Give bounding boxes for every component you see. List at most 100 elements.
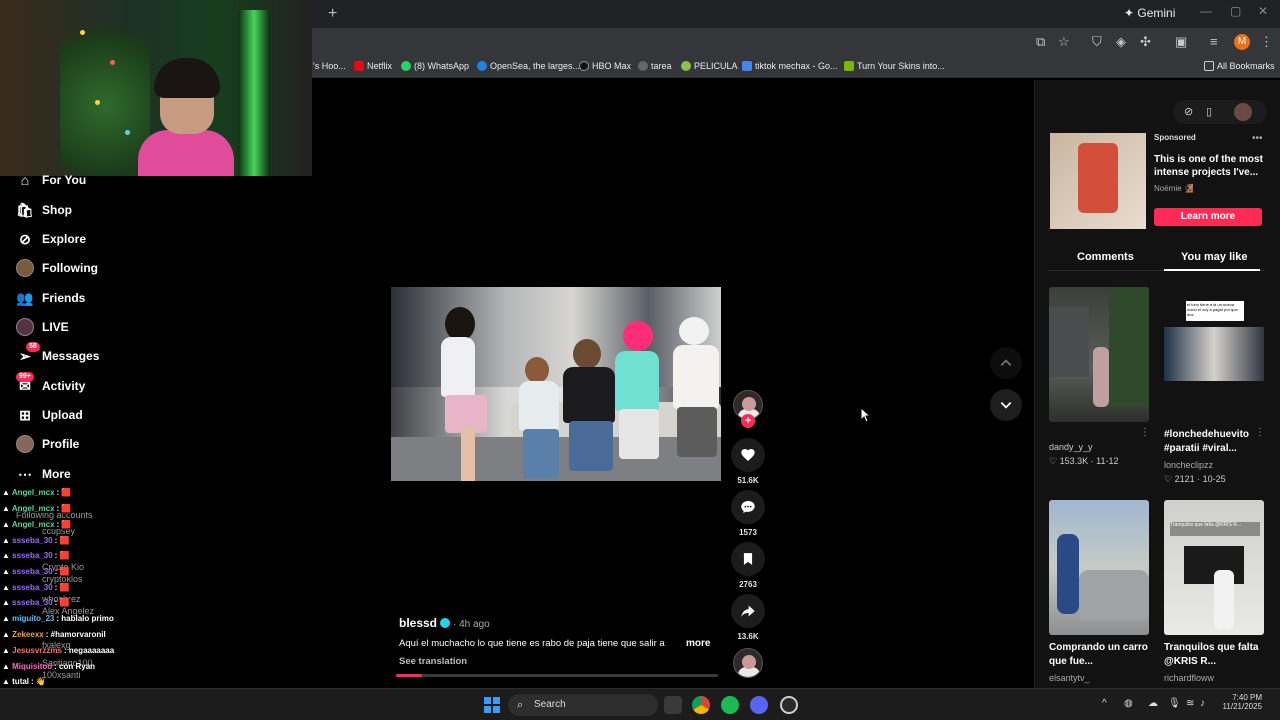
wifi-icon[interactable]: ≋ [1186, 698, 1194, 709]
drive-icon [742, 61, 752, 71]
bookmark-item[interactable]: HBO Max [579, 61, 631, 71]
card-title[interactable]: #lonchedehuevito #paratii #viral... [1164, 428, 1274, 456]
side-panel-icon[interactable]: ▣ [1175, 34, 1187, 50]
volume-icon[interactable]: ♪ [1200, 698, 1205, 709]
following-avatar [16, 259, 34, 277]
bookmark-item[interactable]: Netflix [354, 61, 392, 71]
card-author[interactable]: elsantytv_ [1049, 673, 1090, 683]
menu-kebab-icon[interactable]: ⋮ [1260, 34, 1273, 50]
all-bookmarks[interactable]: All Bookmarks [1204, 61, 1275, 71]
media-icon[interactable]: ≡ [1210, 34, 1218, 49]
tab-you-may-like[interactable]: You may like [1181, 251, 1247, 263]
video-description: Aquí el muchacho lo que tiene es rabo de… [399, 638, 665, 649]
bookmark-item[interactable]: OpenSea, the larges... [477, 61, 580, 71]
like-button[interactable] [731, 438, 765, 472]
cast-icon[interactable]: ⧉ [1036, 34, 1045, 50]
recommended-video-thumbnail[interactable] [1049, 500, 1149, 635]
save-button[interactable] [731, 542, 765, 576]
discord-icon[interactable] [750, 696, 768, 714]
card-options-icon[interactable]: ⋮ [1140, 427, 1150, 438]
comment-button[interactable] [731, 490, 765, 524]
maximize-icon[interactable]: ▢ [1230, 4, 1241, 18]
recommended-video-thumbnail[interactable] [1049, 287, 1149, 422]
network-icon[interactable]: ◍ [1124, 698, 1133, 709]
task-view-icon[interactable] [664, 696, 682, 714]
next-video-button[interactable] [990, 389, 1022, 421]
bookmark-star-icon[interactable]: ☆ [1058, 34, 1070, 50]
app-icon[interactable] [780, 696, 798, 714]
chat-message: ▲ ssseba_30: 🟥 [2, 583, 70, 592]
sidebar-item-messages[interactable]: ➢ 58 Messages [16, 342, 99, 368]
chat-text: : 🟥 [54, 583, 70, 592]
windows-start-icon[interactable] [484, 697, 500, 713]
verified-icon [440, 618, 451, 628]
video-player[interactable] [391, 287, 721, 481]
card-title[interactable]: Tranquilos que falta @KRIS R... [1164, 641, 1274, 669]
tray-chevron-icon[interactable]: ^ [1102, 698, 1107, 709]
shop-icon: 🛍 [16, 201, 34, 218]
bookmark-item[interactable]: Turn Your Skins into... [844, 61, 945, 71]
profile-avatar[interactable]: M [1234, 34, 1250, 50]
new-tab-button[interactable]: + [328, 5, 337, 23]
sidebar-item-live[interactable]: LIVE [16, 315, 69, 339]
extension-icon[interactable]: ◈ [1116, 34, 1126, 50]
system-clock[interactable]: 7:40 PM 11/21/2025 [1222, 693, 1262, 711]
chat-username: Angel_mcx [11, 488, 55, 497]
share-button[interactable] [731, 594, 765, 628]
follow-plus-icon[interactable]: + [741, 414, 755, 428]
screen: + ✦ Gemini — ▢ ✕ ⧉ ☆ ⛉ ◈ ✣ ▣ ≡ M ⋮ 's Ho… [0, 0, 1280, 720]
see-translation-link[interactable]: See translation [399, 656, 467, 667]
recommended-video-thumbnail[interactable]: el fono tiene a la un nueva unión el voy… [1164, 287, 1264, 422]
author-name[interactable]: blessd [399, 616, 437, 630]
previous-video-button[interactable] [990, 347, 1022, 379]
taskbar-search[interactable]: ⌕ Search [508, 694, 658, 716]
compass-icon[interactable]: ⊘ [1184, 105, 1193, 118]
card-author[interactable]: richardfloww [1164, 673, 1214, 683]
sound-avatar[interactable] [733, 648, 763, 678]
card-author[interactable]: dandy_y_y [1049, 442, 1093, 452]
ad-thumbnail[interactable] [1050, 133, 1146, 229]
learn-more-button[interactable]: Learn more [1154, 208, 1262, 226]
mic-icon[interactable]: 🎙 [1168, 698, 1181, 709]
bookmark-item[interactable]: (8) WhatsApp [401, 61, 469, 71]
bookmark-item[interactable]: tiktok mechax - Go... [742, 61, 838, 71]
sidebar-item-explore[interactable]: ⊘ Explore [16, 227, 86, 251]
spotify-icon[interactable] [721, 696, 739, 714]
sidebar-item-following[interactable]: Following [16, 256, 98, 280]
sidebar-item-profile[interactable]: Profile [16, 432, 79, 456]
more-button[interactable]: more [686, 638, 710, 649]
tab-comments[interactable]: Comments [1077, 251, 1134, 263]
gemini-button[interactable]: ✦ Gemini [1124, 6, 1175, 20]
sidebar-item-friends[interactable]: 👥 Friends [16, 286, 85, 310]
bookmark-item[interactable]: PELICULA [681, 61, 738, 71]
card-author[interactable]: loncheclipzz [1164, 460, 1213, 470]
video-caption: blessd · 4h ago Aquí el muchacho lo que t… [399, 614, 719, 667]
ad-options-icon[interactable]: ••• [1252, 133, 1263, 144]
chrome-icon[interactable] [692, 696, 710, 714]
extension-shield-icon[interactable]: ⛉ [1092, 34, 1102, 50]
video-progress-bar[interactable] [396, 674, 718, 677]
sidebar-item-shop[interactable]: 🛍 Shop [16, 198, 72, 222]
puzzle-icon[interactable]: ✣ [1140, 34, 1151, 50]
bookmark-item[interactable]: tarea [638, 61, 672, 71]
cloud-icon[interactable]: ☁ [1148, 698, 1158, 709]
account-avatar[interactable] [1234, 103, 1252, 121]
sidebar-item-upload[interactable]: ⊞ Upload [16, 403, 83, 427]
close-icon[interactable]: ✕ [1258, 4, 1268, 18]
sidebar-item-activity[interactable]: ✉ 99+ Activity [16, 372, 85, 398]
chat-text: : con Ryan [54, 662, 96, 671]
ad-title[interactable]: This is one of the most intense projects… [1154, 153, 1266, 179]
chat-message: ▲ ssseba_30: 🟥 [2, 536, 70, 545]
upload-icon: ⊞ [19, 406, 31, 423]
recommended-video-thumbnail[interactable]: Tranquilos que falta @KRIS R... [1164, 500, 1264, 635]
phone-icon[interactable]: ▯ [1206, 105, 1212, 118]
bookmark-item[interactable]: 's Hoo... [313, 61, 346, 71]
card-title[interactable]: Comprando un carro que fue... [1049, 641, 1159, 669]
minimize-icon[interactable]: — [1200, 4, 1212, 18]
home-icon: ⌂ [20, 172, 30, 188]
chat-text: : 🟥 [54, 536, 70, 545]
comment-count: 1573 [739, 528, 757, 537]
windows-taskbar: ⌕ Search ^ ◍ ☁ 🎙 ≋ ♪ 7:40 PM 11/21/2025 [0, 688, 1280, 720]
sidebar-item-for-you[interactable]: ⌂ For You [16, 168, 86, 192]
sidebar-item-more[interactable]: ⋯ More [16, 462, 71, 486]
